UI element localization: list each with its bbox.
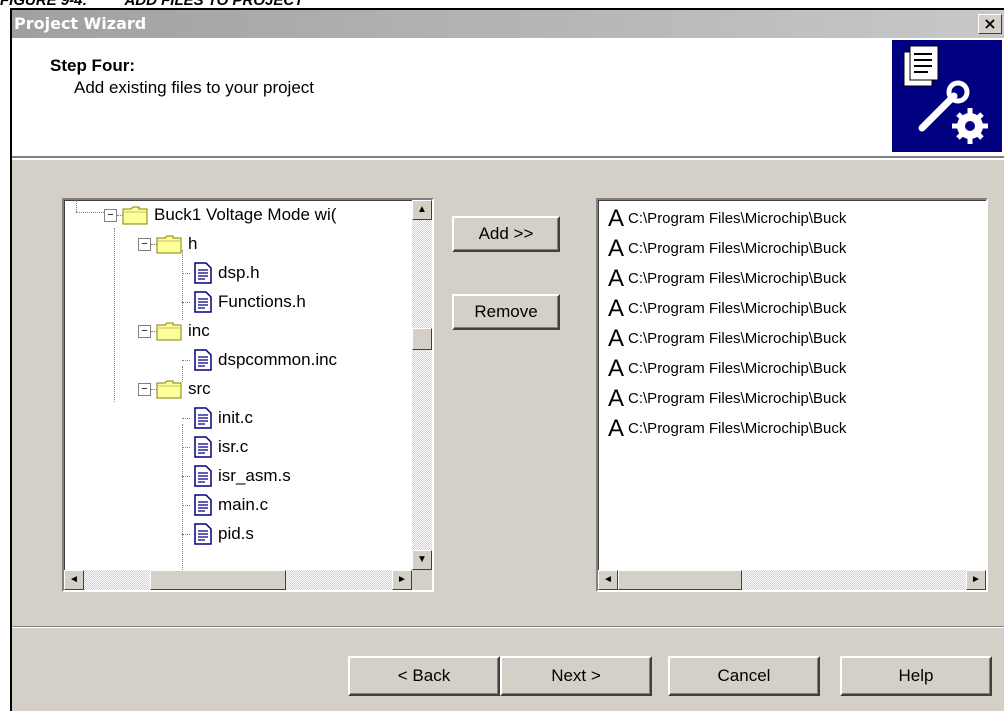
- file-icon: [194, 523, 212, 545]
- tree-folder-1[interactable]: − h: [64, 231, 394, 257]
- tree-folder-0[interactable]: − Buck1 Voltage Mode wi(: [64, 202, 394, 228]
- project-wizard-icon: [892, 40, 1002, 152]
- collapse-toggle[interactable]: −: [104, 209, 117, 222]
- window-title: Project Wizard: [14, 14, 147, 33]
- tree-horizontal-scrollbar[interactable]: ◄ ►: [64, 570, 412, 590]
- project-file-item[interactable]: A C:\Program Files\Microchip\Buck: [608, 294, 846, 324]
- project-file-item[interactable]: A C:\Program Files\Microchip\Buck: [608, 324, 846, 354]
- scroll-up-button[interactable]: ▲: [412, 200, 432, 220]
- tree-vscroll-thumb[interactable]: [412, 328, 432, 350]
- tree-file-9[interactable]: isr_asm.s: [64, 463, 394, 489]
- tree-item-label: main.c: [218, 495, 269, 514]
- back-button[interactable]: < Back: [348, 656, 500, 696]
- tree-item-label: pid.s: [218, 524, 254, 543]
- project-file-path: C:\Program Files\Microchip\Buck: [628, 360, 847, 377]
- tree-item-label: isr.c: [218, 437, 249, 456]
- project-file-item[interactable]: A C:\Program Files\Microchip\Buck: [608, 354, 846, 384]
- project-file-path: C:\Program Files\Microchip\Buck: [628, 210, 847, 227]
- tree-file-10[interactable]: main.c: [64, 492, 394, 518]
- project-file-item[interactable]: A C:\Program Files\Microchip\Buck: [608, 414, 846, 444]
- file-type-icon: A: [608, 385, 625, 412]
- tree-item-label: dspcommon.inc: [218, 350, 338, 369]
- tree-item-label: Functions.h: [218, 292, 306, 311]
- tree-item-label: dsp.h: [218, 263, 260, 282]
- tree-folder-4[interactable]: − inc: [64, 318, 394, 344]
- file-type-icon: A: [608, 265, 625, 292]
- file-type-icon: A: [608, 355, 625, 382]
- wizard-header: Step Four: Add existing files to your pr…: [12, 38, 1004, 160]
- tree-file-11[interactable]: pid.s: [64, 521, 394, 547]
- folder-icon: [156, 322, 182, 341]
- file-type-icon: A: [608, 235, 625, 262]
- project-file-path: C:\Program Files\Microchip\Buck: [628, 390, 847, 407]
- step-title: Step Four:: [50, 56, 135, 75]
- file-type-icon: A: [608, 415, 625, 442]
- file-icon: [194, 465, 212, 487]
- project-file-item[interactable]: A C:\Program Files\Microchip\Buck: [608, 204, 846, 234]
- file-type-icon: A: [608, 205, 625, 232]
- file-tree-panel[interactable]: − Buck1 Voltage Mode wi(− h dsp.h Functions.…: [62, 198, 434, 592]
- scroll-down-button[interactable]: ▼: [412, 550, 432, 570]
- tree-hscroll-thumb[interactable]: [150, 570, 286, 590]
- collapse-toggle[interactable]: −: [138, 383, 151, 396]
- figure-caption: FIGURE 9-4: ADD FILES TO PROJECT: [0, 0, 1004, 8]
- project-file-path: C:\Program Files\Microchip\Buck: [628, 300, 847, 317]
- tree-item-label: init.c: [218, 408, 253, 427]
- tree-item-label: Buck1 Voltage Mode wi(: [154, 205, 337, 224]
- scroll-left-button[interactable]: ◄: [64, 570, 84, 590]
- file-icon: [194, 349, 212, 371]
- tree-file-3[interactable]: Functions.h: [64, 289, 394, 315]
- file-icon: [194, 407, 212, 429]
- remove-button[interactable]: Remove: [452, 294, 560, 330]
- footer-separator: [12, 626, 1004, 628]
- tree-vertical-scrollbar[interactable]: ▲ ▼: [412, 200, 432, 570]
- project-file-path: C:\Program Files\Microchip\Buck: [628, 420, 847, 437]
- step-description: Add existing files to your project: [74, 78, 315, 97]
- scroll-right-button[interactable]: ►: [392, 570, 412, 590]
- project-file-path: C:\Program Files\Microchip\Buck: [628, 240, 847, 257]
- project-file-path: C:\Program Files\Microchip\Buck: [628, 270, 847, 287]
- list-scroll-right-button[interactable]: ►: [966, 570, 986, 590]
- tree-item-label: src: [188, 379, 211, 398]
- list-horizontal-scrollbar[interactable]: ◄ ►: [598, 570, 986, 590]
- tree-folder-6[interactable]: − src: [64, 376, 394, 402]
- project-wizard-dialog: Project Wizard × Step Four: Add existing…: [10, 8, 1004, 711]
- tree-file-8[interactable]: isr.c: [64, 434, 394, 460]
- tree-item-label: h: [188, 234, 198, 253]
- file-icon: [194, 436, 212, 458]
- tree-file-2[interactable]: dsp.h: [64, 260, 394, 286]
- close-button[interactable]: ×: [978, 14, 1002, 34]
- tree-file-7[interactable]: init.c: [64, 405, 394, 431]
- tree-item-label: inc: [188, 321, 210, 340]
- folder-icon: [156, 380, 182, 399]
- project-file-item[interactable]: A C:\Program Files\Microchip\Buck: [608, 264, 846, 294]
- folder-icon: [122, 206, 148, 225]
- scroll-corner: [412, 570, 432, 590]
- collapse-toggle[interactable]: −: [138, 238, 151, 251]
- project-file-item[interactable]: A C:\Program Files\Microchip\Buck: [608, 234, 846, 264]
- tree-item-label: isr_asm.s: [218, 466, 291, 485]
- collapse-toggle[interactable]: −: [138, 325, 151, 338]
- list-hscroll-thumb[interactable]: [618, 570, 742, 590]
- folder-icon: [156, 235, 182, 254]
- project-files-panel[interactable]: A C:\Program Files\Microchip\Buck A C:\Prog…: [596, 198, 988, 592]
- list-scroll-left-button[interactable]: ◄: [598, 570, 618, 590]
- file-icon: [194, 262, 212, 284]
- add-button[interactable]: Add >>: [452, 216, 560, 252]
- tree-file-5[interactable]: dspcommon.inc: [64, 347, 394, 373]
- help-button[interactable]: Help: [840, 656, 992, 696]
- project-file-path: C:\Program Files\Microchip\Buck: [628, 330, 847, 347]
- cancel-button[interactable]: Cancel: [668, 656, 820, 696]
- title-bar[interactable]: Project Wizard ×: [12, 10, 1004, 38]
- next-button[interactable]: Next >: [500, 656, 652, 696]
- file-type-icon: A: [608, 295, 625, 322]
- file-icon: [194, 494, 212, 516]
- project-file-item[interactable]: A C:\Program Files\Microchip\Buck: [608, 384, 846, 414]
- file-type-icon: A: [608, 325, 625, 352]
- file-icon: [194, 291, 212, 313]
